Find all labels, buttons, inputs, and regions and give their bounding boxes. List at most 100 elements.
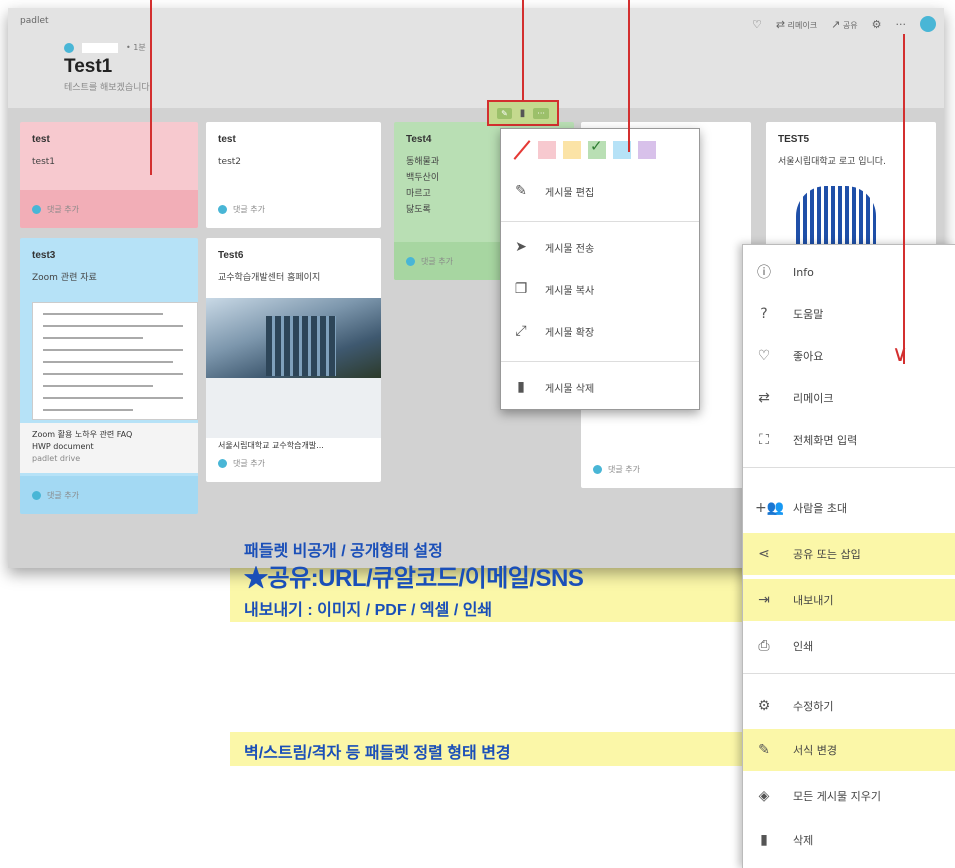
- gear-icon: ⚙: [757, 698, 771, 714]
- post-card-test6[interactable]: Test6 교수학습개발센터 홈페이지 서울시립대학교 교수학습개발... 댓글…: [206, 238, 381, 482]
- post-title: test3: [32, 250, 56, 261]
- post-card-test1[interactable]: test test1 댓글 추가: [20, 122, 198, 228]
- copy-icon: ❐: [514, 281, 528, 297]
- attachment-source: padlet drive: [32, 454, 81, 463]
- add-comment-button[interactable]: 댓글 추가: [20, 190, 198, 228]
- link-preview-thumbnail[interactable]: [206, 378, 381, 438]
- color-swatches: ✓: [513, 137, 656, 159]
- building-photo: [206, 298, 381, 378]
- remake-button[interactable]: ⇄ 리메이크: [776, 18, 817, 31]
- add-comment-button[interactable]: 댓글 추가: [206, 444, 381, 482]
- heart-icon: ♡: [757, 348, 771, 364]
- board-description: 테스트를 해보겠습니다.: [64, 83, 153, 93]
- delete-post-item[interactable]: ▮ 게시물 삭제: [513, 379, 594, 395]
- add-comment-button[interactable]: 댓글 추가: [20, 476, 198, 514]
- comment-avatar: [218, 458, 227, 468]
- attachment-type: HWP document: [32, 442, 94, 451]
- padlet-logo[interactable]: padlet: [20, 16, 49, 26]
- comment-avatar: [406, 256, 415, 266]
- add-people-icon: +👥: [755, 500, 785, 516]
- post-body: 서울시립대학교 로고 입니다.: [778, 157, 886, 167]
- copy-post-item[interactable]: ❐ 게시물 복사: [513, 281, 594, 297]
- comment-avatar: [593, 464, 602, 474]
- expand-icon: ⤢: [515, 323, 527, 339]
- color-swatch-yellow[interactable]: [563, 141, 581, 159]
- post-card-test2[interactable]: test test2 댓글 추가: [206, 122, 381, 228]
- avatar[interactable]: [920, 16, 936, 32]
- post-body: 교수학습개발센터 홈페이지: [218, 273, 321, 283]
- transfer-post-item[interactable]: ➤ 게시물 전송: [513, 239, 594, 255]
- post-title: Test6: [218, 250, 244, 261]
- topbar-actions: ♡ ⇄ 리메이크 ↗ 공유 ⚙ ···: [752, 16, 936, 32]
- share-button[interactable]: ↗ 공유: [831, 18, 858, 31]
- share-icon: ⋖: [758, 546, 770, 562]
- menu-item-invite[interactable]: +👥 사람을 초대: [743, 487, 955, 529]
- comment-avatar: [32, 490, 41, 500]
- author-avatar: [64, 42, 74, 53]
- attachment-caption[interactable]: Zoom 활용 노하우 관련 FAQ HWP document padlet d…: [20, 423, 198, 473]
- edit-post-item[interactable]: ✎ 게시물 편집: [513, 183, 594, 199]
- menu-item-export[interactable]: ⇥ 내보내기: [743, 579, 955, 621]
- info-icon: ⓘ: [757, 265, 771, 281]
- color-swatch-none[interactable]: [513, 141, 531, 159]
- post-title: test: [218, 134, 236, 145]
- post-body: 동해물과 백두산이 마르고 닳도록: [406, 157, 440, 215]
- annotation-line: [522, 0, 524, 100]
- annotation-line: [903, 34, 905, 364]
- post-title: test: [32, 134, 50, 145]
- post-body: Zoom 관련 자료: [32, 273, 97, 283]
- page-title: Test1: [64, 56, 113, 77]
- post-time: • 1분: [126, 43, 146, 52]
- share-icon: ↗: [831, 17, 841, 31]
- menu-item-remake[interactable]: ⇄ 리메이크: [743, 377, 955, 419]
- color-swatch-purple[interactable]: [638, 141, 656, 159]
- menu-item-delete[interactable]: ▮ 삭제: [743, 819, 955, 861]
- more-options-icon[interactable]: ···: [533, 107, 549, 119]
- help-icon: ?: [760, 306, 768, 322]
- add-comment-button[interactable]: 댓글 추가: [206, 190, 381, 228]
- post-body: test2: [218, 157, 242, 167]
- post-context-menu: ✓ ✎ 게시물 편집 ➤ 게시물 전송 ❐ 게시물 복사 ⤢ 게시물 확장 ▮ 게시물 삭…: [500, 128, 700, 410]
- post-title: TEST5: [778, 134, 810, 145]
- color-swatch-pink[interactable]: [538, 141, 556, 159]
- color-swatch-green[interactable]: ✓: [588, 137, 606, 159]
- menu-item-print[interactable]: ⎙ 인쇄: [743, 625, 955, 667]
- menu-item-info[interactable]: ⓘ Info: [743, 251, 955, 293]
- trash-icon[interactable]: ▮: [520, 108, 526, 119]
- trash-icon: ▮: [517, 379, 525, 395]
- post-card-test5[interactable]: TEST5 서울시립대학교 로고 입니다.: [766, 122, 936, 252]
- annotation-text: ★공유:URL/큐알코드/이메일/SNS: [244, 565, 584, 592]
- author-name: [82, 42, 118, 53]
- post-card-test3[interactable]: test3 Zoom 관련 자료 Zoom 활용 노하우 관련 FAQ HWP …: [20, 238, 198, 514]
- expand-post-item[interactable]: ⤢ 게시물 확장: [513, 323, 594, 339]
- down-arrow-icon: ∨: [892, 342, 909, 367]
- menu-item-clear-posts[interactable]: ◈ 모든 게시물 지우기: [743, 775, 955, 817]
- post-body: test1: [32, 157, 56, 167]
- author-row: • 1분: [64, 42, 146, 53]
- pencil-icon: ✎: [515, 183, 527, 199]
- board-header: padlet ♡ ⇄ 리메이크 ↗ 공유 ⚙ ··· • 1분 Test1 테스…: [8, 8, 944, 108]
- menu-item-share[interactable]: ⋖ 공유 또는 삽입: [743, 533, 955, 575]
- comment-avatar: [32, 204, 41, 214]
- trash-icon: ▮: [760, 832, 768, 848]
- send-icon: ➤: [515, 239, 527, 255]
- document-thumbnail[interactable]: [32, 302, 198, 420]
- annotation-text: 벽/스트림/격자 등 패들렛 정렬 형태 변경: [244, 745, 511, 762]
- menu-item-like[interactable]: ♡ 좋아요: [743, 335, 955, 377]
- menu-item-fullscreen[interactable]: ⛶ 전체화면 입력: [743, 419, 955, 461]
- heart-icon[interactable]: ♡: [752, 18, 762, 31]
- menu-item-modify[interactable]: ⚙ 수정하기: [743, 685, 955, 727]
- remake-icon: ⇄: [775, 17, 786, 31]
- eraser-icon: ◈: [758, 788, 770, 804]
- menu-item-help[interactable]: ? 도움말: [743, 293, 955, 335]
- gear-icon[interactable]: ⚙: [872, 18, 882, 31]
- remake-icon: ⇄: [758, 390, 770, 406]
- menu-item-format[interactable]: ✎ 서식 변경: [743, 729, 955, 771]
- more-options-menu: ⓘ Info ? 도움말 ♡ 좋아요 ⇄ 리메이크 ⛶ 전체화면 입력 +👥 사람을 초대 …: [742, 244, 955, 868]
- more-icon[interactable]: ···: [896, 18, 907, 31]
- university-logo-image: [796, 186, 876, 246]
- attachment-title: Zoom 활용 노하우 관련 FAQ: [32, 430, 133, 439]
- post-toolbar: ✎ ▮ ···: [487, 100, 559, 126]
- pencil-icon[interactable]: ✎: [497, 107, 512, 119]
- add-comment-button[interactable]: 댓글 추가: [581, 450, 751, 488]
